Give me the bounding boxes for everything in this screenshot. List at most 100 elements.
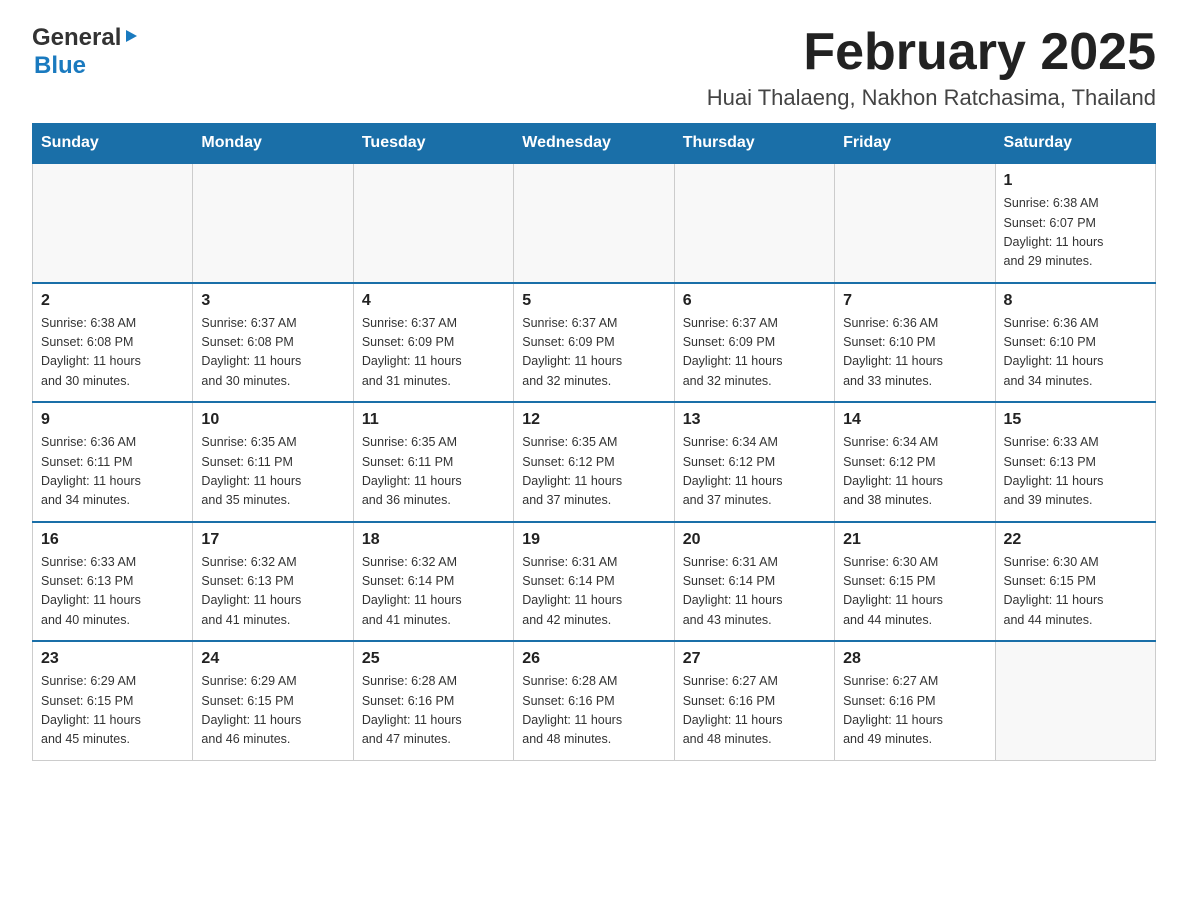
day-info: Sunrise: 6:35 AM Sunset: 6:11 PM Dayligh…	[362, 433, 505, 511]
table-row	[33, 163, 193, 283]
header-wednesday: Wednesday	[514, 124, 674, 164]
table-row	[835, 163, 995, 283]
weekday-header-row: Sunday Monday Tuesday Wednesday Thursday…	[33, 124, 1156, 164]
table-row	[674, 163, 834, 283]
header-sunday: Sunday	[33, 124, 193, 164]
day-info: Sunrise: 6:37 AM Sunset: 6:08 PM Dayligh…	[201, 314, 344, 392]
table-row: 19 Sunrise: 6:31 AM Sunset: 6:14 PM Dayli…	[514, 522, 674, 642]
day-info: Sunrise: 6:36 AM Sunset: 6:10 PM Dayligh…	[843, 314, 986, 392]
table-row: 16 Sunrise: 6:33 AM Sunset: 6:13 PM Dayli…	[33, 522, 193, 642]
page-header: General Blue February 2025 Huai Thalaeng…	[32, 24, 1156, 111]
logo-blue-text: Blue	[34, 52, 86, 79]
day-info: Sunrise: 6:38 AM Sunset: 6:07 PM Dayligh…	[1004, 194, 1147, 272]
table-row: 11Sunrise: 6:35 AM Sunset: 6:11 PM Dayli…	[353, 402, 513, 522]
table-row	[193, 163, 353, 283]
header-monday: Monday	[193, 124, 353, 164]
day-info: Sunrise: 6:36 AM Sunset: 6:11 PM Dayligh…	[41, 433, 184, 511]
day-number: 8	[1004, 292, 1147, 310]
day-info: Sunrise: 6:27 AM Sunset: 6:16 PM Dayligh…	[683, 672, 826, 750]
table-row: 20Sunrise: 6:31 AM Sunset: 6:14 PM Dayli…	[674, 522, 834, 642]
day-info: Sunrise: 6:38 AM Sunset: 6:08 PM Dayligh…	[41, 314, 184, 392]
location-subtitle: Huai Thalaeng, Nakhon Ratchasima, Thaila…	[707, 85, 1156, 111]
day-number: 7	[843, 292, 986, 310]
day-info: Sunrise: 6:31 AM Sunset: 6:14 PM Dayligh…	[522, 553, 665, 631]
calendar-week-row: 23 Sunrise: 6:29 AM Sunset: 6:15 PM Dayli…	[33, 641, 1156, 760]
day-number: 9	[41, 411, 184, 429]
day-number: 23	[41, 650, 184, 668]
title-block: February 2025 Huai Thalaeng, Nakhon Ratc…	[707, 24, 1156, 111]
calendar-table: Sunday Monday Tuesday Wednesday Thursday…	[32, 123, 1156, 761]
table-row: 10 Sunrise: 6:35 AM Sunset: 6:11 PM Dayli…	[193, 402, 353, 522]
day-info: Sunrise: 6:30 AM Sunset: 6:15 PM Dayligh…	[1004, 553, 1147, 631]
day-info: Sunrise: 6:27 AM Sunset: 6:16 PM Dayligh…	[843, 672, 986, 750]
table-row	[514, 163, 674, 283]
day-info: Sunrise: 6:37 AM Sunset: 6:09 PM Dayligh…	[362, 314, 505, 392]
table-row: 4 Sunrise: 6:37 AM Sunset: 6:09 PM Daylig…	[353, 283, 513, 403]
table-row: 9 Sunrise: 6:36 AM Sunset: 6:11 PM Daylig…	[33, 402, 193, 522]
table-row: 13Sunrise: 6:34 AM Sunset: 6:12 PM Dayli…	[674, 402, 834, 522]
table-row: 7 Sunrise: 6:36 AM Sunset: 6:10 PM Daylig…	[835, 283, 995, 403]
day-info: Sunrise: 6:29 AM Sunset: 6:15 PM Dayligh…	[201, 672, 344, 750]
day-number: 24	[201, 650, 344, 668]
table-row: 8 Sunrise: 6:36 AM Sunset: 6:10 PM Daylig…	[995, 283, 1155, 403]
day-number: 10	[201, 411, 344, 429]
table-row: 24 Sunrise: 6:29 AM Sunset: 6:15 PM Dayli…	[193, 641, 353, 760]
header-saturday: Saturday	[995, 124, 1155, 164]
day-number: 18	[362, 531, 505, 549]
day-info: Sunrise: 6:34 AM Sunset: 6:12 PM Dayligh…	[843, 433, 986, 511]
table-row: 22 Sunrise: 6:30 AM Sunset: 6:15 PM Dayli…	[995, 522, 1155, 642]
day-info: Sunrise: 6:32 AM Sunset: 6:14 PM Dayligh…	[362, 553, 505, 631]
day-number: 25	[362, 650, 505, 668]
day-number: 14	[843, 411, 986, 429]
day-info: Sunrise: 6:29 AM Sunset: 6:15 PM Dayligh…	[41, 672, 184, 750]
table-row: 27 Sunrise: 6:27 AM Sunset: 6:16 PM Dayli…	[674, 641, 834, 760]
table-row: 14 Sunrise: 6:34 AM Sunset: 6:12 PM Dayli…	[835, 402, 995, 522]
day-number: 2	[41, 292, 184, 310]
table-row: 6 Sunrise: 6:37 AM Sunset: 6:09 PM Daylig…	[674, 283, 834, 403]
day-info: Sunrise: 6:33 AM Sunset: 6:13 PM Dayligh…	[41, 553, 184, 631]
day-info: Sunrise: 6:36 AM Sunset: 6:10 PM Dayligh…	[1004, 314, 1147, 392]
day-info: Sunrise: 6:30 AM Sunset: 6:15 PM Dayligh…	[843, 553, 986, 631]
day-number: 16	[41, 531, 184, 549]
day-number: 26	[522, 650, 665, 668]
day-number: 12	[522, 411, 665, 429]
day-number: 1	[1004, 172, 1147, 190]
table-row	[353, 163, 513, 283]
table-row	[995, 641, 1155, 760]
header-thursday: Thursday	[674, 124, 834, 164]
day-info: Sunrise: 6:28 AM Sunset: 6:16 PM Dayligh…	[522, 672, 665, 750]
day-number: 13	[683, 411, 826, 429]
table-row: 17 Sunrise: 6:32 AM Sunset: 6:13 PM Dayli…	[193, 522, 353, 642]
table-row: 21 Sunrise: 6:30 AM Sunset: 6:15 PM Dayli…	[835, 522, 995, 642]
calendar-week-row: 2 Sunrise: 6:38 AM Sunset: 6:08 PM Daylig…	[33, 283, 1156, 403]
day-number: 5	[522, 292, 665, 310]
day-number: 19	[522, 531, 665, 549]
header-tuesday: Tuesday	[353, 124, 513, 164]
day-info: Sunrise: 6:35 AM Sunset: 6:11 PM Dayligh…	[201, 433, 344, 511]
logo-arrow-icon	[124, 29, 138, 48]
calendar-week-row: 16 Sunrise: 6:33 AM Sunset: 6:13 PM Dayli…	[33, 522, 1156, 642]
table-row: 2 Sunrise: 6:38 AM Sunset: 6:08 PM Daylig…	[33, 283, 193, 403]
day-number: 17	[201, 531, 344, 549]
day-info: Sunrise: 6:33 AM Sunset: 6:13 PM Dayligh…	[1004, 433, 1147, 511]
day-number: 3	[201, 292, 344, 310]
day-info: Sunrise: 6:37 AM Sunset: 6:09 PM Dayligh…	[683, 314, 826, 392]
calendar-week-row: 1 Sunrise: 6:38 AM Sunset: 6:07 PM Daylig…	[33, 163, 1156, 283]
table-row: 28 Sunrise: 6:27 AM Sunset: 6:16 PM Dayli…	[835, 641, 995, 760]
day-number: 15	[1004, 411, 1147, 429]
day-info: Sunrise: 6:32 AM Sunset: 6:13 PM Dayligh…	[201, 553, 344, 631]
day-number: 6	[683, 292, 826, 310]
table-row: 12Sunrise: 6:35 AM Sunset: 6:12 PM Dayli…	[514, 402, 674, 522]
day-info: Sunrise: 6:31 AM Sunset: 6:14 PM Dayligh…	[683, 553, 826, 631]
table-row: 5Sunrise: 6:37 AM Sunset: 6:09 PM Daylig…	[514, 283, 674, 403]
day-number: 22	[1004, 531, 1147, 549]
day-number: 21	[843, 531, 986, 549]
header-friday: Friday	[835, 124, 995, 164]
day-number: 27	[683, 650, 826, 668]
day-number: 4	[362, 292, 505, 310]
table-row: 15 Sunrise: 6:33 AM Sunset: 6:13 PM Dayli…	[995, 402, 1155, 522]
day-number: 28	[843, 650, 986, 668]
table-row: 26 Sunrise: 6:28 AM Sunset: 6:16 PM Dayli…	[514, 641, 674, 760]
table-row: 18 Sunrise: 6:32 AM Sunset: 6:14 PM Dayli…	[353, 522, 513, 642]
calendar-week-row: 9 Sunrise: 6:36 AM Sunset: 6:11 PM Daylig…	[33, 402, 1156, 522]
